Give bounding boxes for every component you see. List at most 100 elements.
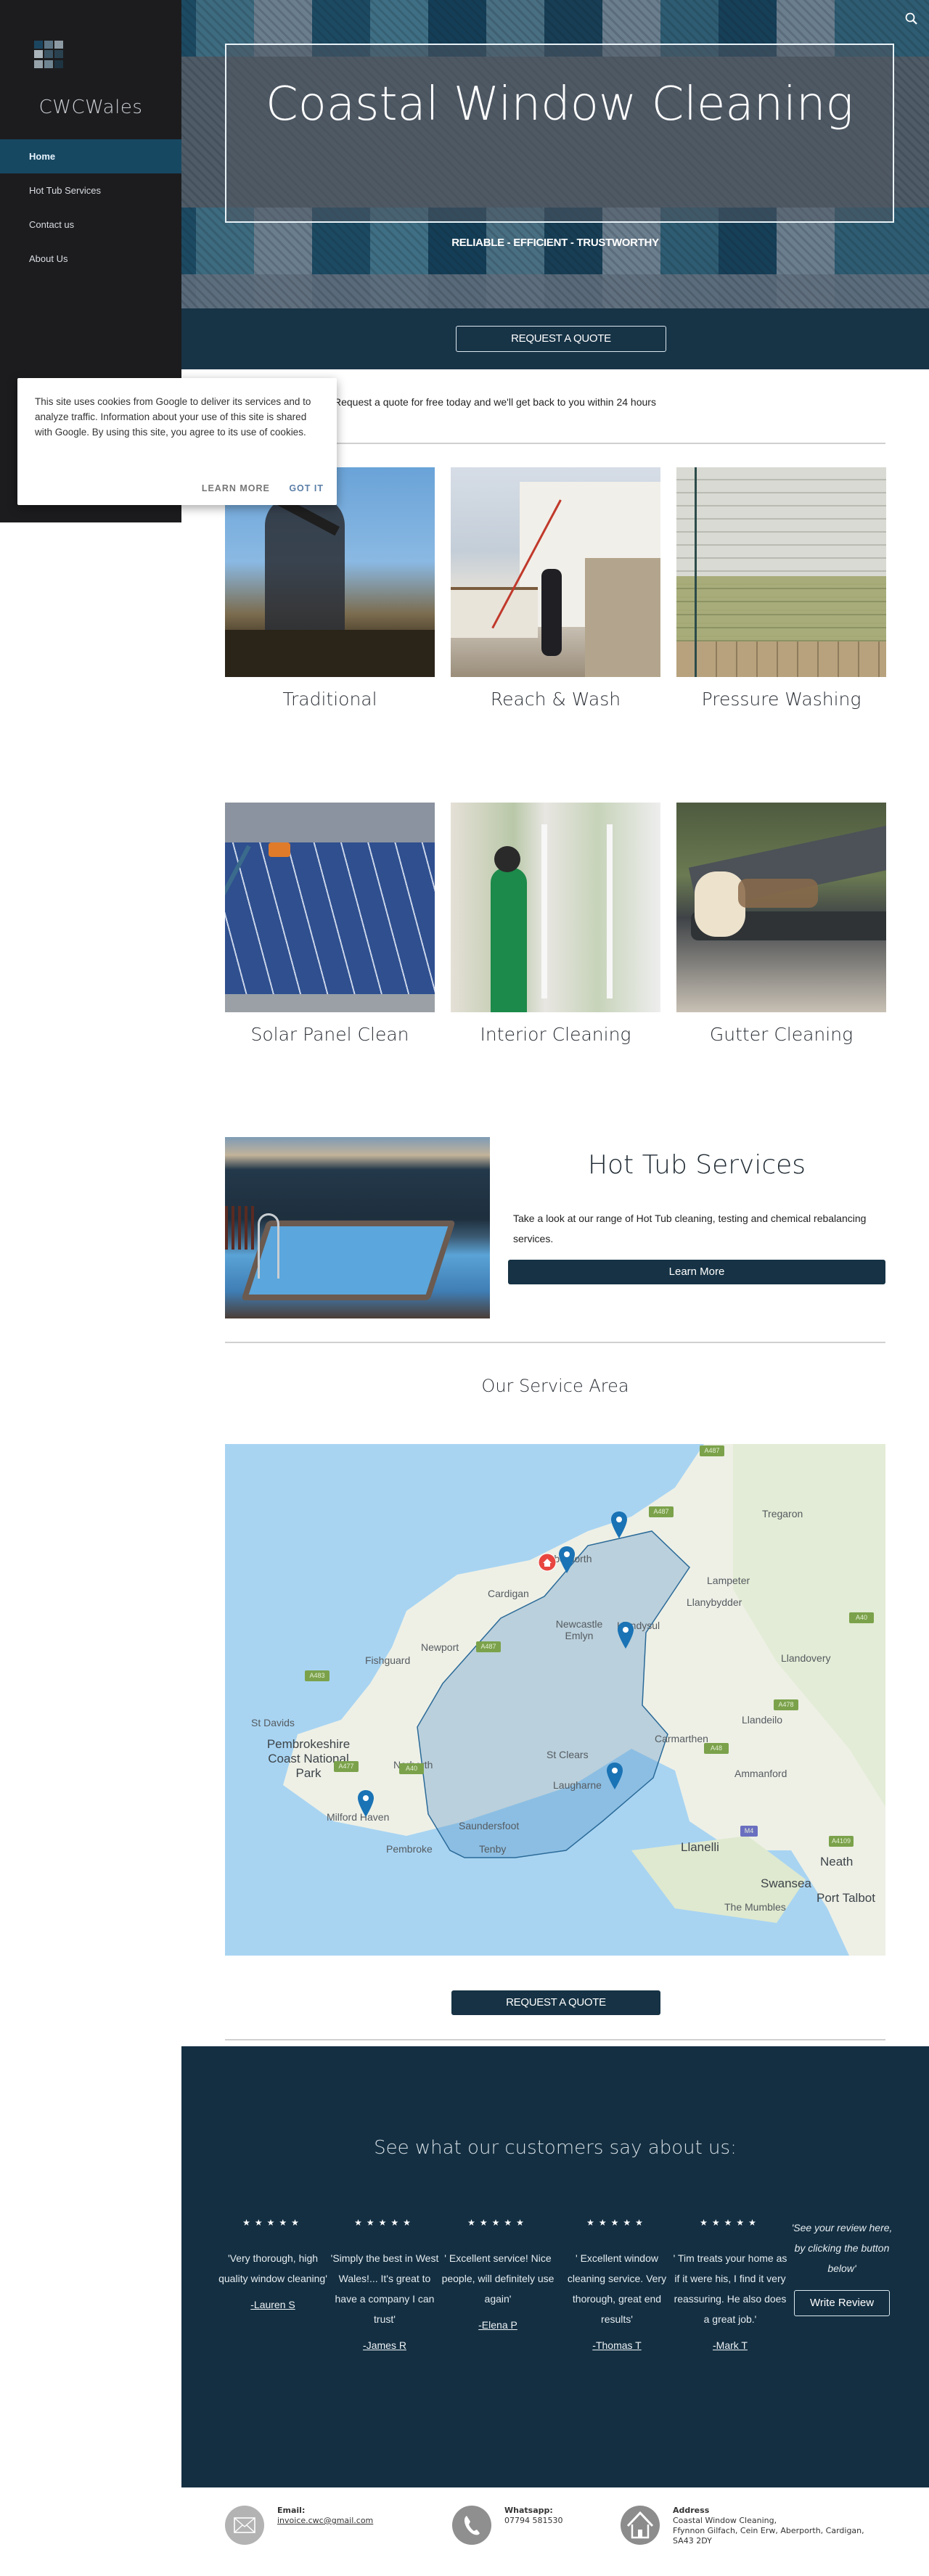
whatsapp-number[interactable]: 07794 581530 <box>504 2516 562 2526</box>
nav-item-home[interactable]: Home <box>0 139 181 173</box>
contact-address: Address Coastal Window Cleaning, Ffynnon… <box>621 2506 864 2546</box>
write-review-button[interactable]: Write Review <box>794 2290 890 2316</box>
road-badge: A4109 <box>829 1836 854 1847</box>
map-pin-icon[interactable] <box>610 1511 629 1540</box>
service-area-map[interactable]: Tregaron Aberporth Cardigan Lampeter Lla… <box>225 1444 885 1956</box>
gutter-cleaning-photo <box>676 803 886 1012</box>
review-quote: ' Tim treats your home as if it were his… <box>673 2252 787 2325</box>
service-card-reach-wash[interactable]: Reach & Wash <box>451 467 660 710</box>
map-label: Cardigan <box>488 1588 529 1599</box>
review-card: ★★★★★ ' Tim treats your home as if it we… <box>672 2218 788 2353</box>
contact-email: Email: invoice.cwc@gmail.com <box>225 2506 373 2545</box>
main-nav: Home Hot Tub Services Contact us About U… <box>0 139 181 276</box>
review-invite-text: 'See your review here, by clicking the b… <box>791 2222 893 2274</box>
review-card: ★★★★★ ' Excellent service! Nice people, … <box>440 2218 556 2332</box>
cookie-learn-more-button[interactable]: LEARN MORE <box>202 483 270 493</box>
star-rating-icon: ★★★★★ <box>354 2218 415 2228</box>
site-name[interactable]: CWCWales <box>0 97 181 118</box>
map-label: Saundersfoot <box>459 1820 520 1831</box>
request-quote-button-bottom[interactable]: REQUEST A QUOTE <box>451 1990 660 2015</box>
hot-tub-photo <box>225 1137 490 1318</box>
cookie-message: This site uses cookies from Google to de… <box>35 396 311 438</box>
service-card-gutter-cleaning[interactable]: Gutter Cleaning <box>676 803 886 1045</box>
review-quote: ' Excellent window cleaning service. Ver… <box>567 2252 667 2325</box>
review-card: ★★★★★ ' Excellent window cleaning servic… <box>559 2218 675 2353</box>
search-icon[interactable] <box>904 12 919 26</box>
hero-tagline: RELIABLE - EFFICIENT - TRUSTWORTHY <box>451 237 659 249</box>
cookie-consent-dialog: This site uses cookies from Google to de… <box>17 378 337 505</box>
road-badge: A487 <box>649 1506 674 1517</box>
map-pin-icon[interactable] <box>605 1762 624 1791</box>
service-card-interior-cleaning[interactable]: Interior Cleaning <box>451 803 660 1045</box>
map-label: Port Talbot <box>817 1891 875 1905</box>
map-pin-icon[interactable] <box>557 1546 576 1575</box>
road-badge: A40 <box>399 1763 424 1774</box>
service-area-title: Our Service Area <box>481 1376 629 1396</box>
address-line: SA43 2DY <box>673 2536 712 2546</box>
service-card-pressure-washing[interactable]: Pressure Washing <box>676 467 886 710</box>
map-label: Neath <box>820 1855 854 1869</box>
site-logo-icon[interactable] <box>34 41 63 68</box>
review-author-link[interactable]: -Lauren S <box>250 2299 295 2310</box>
map-label: Fishguard <box>365 1654 411 1666</box>
review-quote: 'Simply the best in West Wales!... It's … <box>330 2252 439 2325</box>
map-label: Carmarthen <box>655 1733 708 1744</box>
star-rating-icon: ★★★★★ <box>467 2218 528 2228</box>
divider <box>225 2039 885 2040</box>
map-label: Newcastle Emlyn <box>555 1618 603 1641</box>
review-author-link[interactable]: -Elena P <box>478 2319 517 2331</box>
service-label: Reach & Wash <box>490 689 621 710</box>
review-quote: ' Excellent service! Nice people, will d… <box>441 2252 554 2305</box>
request-quote-button[interactable]: REQUEST A QUOTE <box>456 326 666 352</box>
nav-item-hot-tub-services[interactable]: Hot Tub Services <box>0 173 181 208</box>
map-label: Llanybydder <box>687 1596 742 1608</box>
house-icon <box>621 2506 660 2545</box>
review-author-link[interactable]: -Thomas T <box>592 2339 641 2351</box>
map-pin-icon[interactable] <box>616 1621 635 1650</box>
map-label: St Clears <box>547 1749 589 1760</box>
map-label: Llandovery <box>781 1652 831 1664</box>
road-badge: A40 <box>849 1612 874 1623</box>
phone-icon <box>452 2506 491 2545</box>
hero-banner: Coastal Window Cleaning RELIABLE - EFFIC… <box>181 0 929 308</box>
reviews-title: See what our customers say about us: <box>374 2137 737 2159</box>
map-label: Tregaron <box>762 1508 803 1519</box>
map-pin-icon[interactable] <box>356 1789 375 1818</box>
road-badge: A477 <box>334 1761 359 1772</box>
map-label: Pembroke <box>386 1843 433 1855</box>
divider <box>225 1342 885 1343</box>
reviews-section: See what our customers say about us: ★★★… <box>181 2046 929 2487</box>
service-label: Interior Cleaning <box>480 1024 631 1045</box>
hot-tub-description: Take a look at our range of Hot Tub clea… <box>513 1213 867 1244</box>
interior-cleaning-photo <box>451 803 660 1012</box>
map-label: St Davids <box>251 1717 295 1728</box>
review-card: ★★★★★ 'Simply the best in West Wales!...… <box>327 2218 443 2353</box>
review-quote: 'Very thorough, high quality window clea… <box>218 2252 327 2284</box>
service-label: Gutter Cleaning <box>709 1024 854 1045</box>
road-badge: A487 <box>476 1641 501 1652</box>
quote-band: REQUEST A QUOTE <box>181 308 929 369</box>
email-link[interactable]: invoice.cwc@gmail.com <box>277 2516 373 2525</box>
service-card-solar-panel-clean[interactable]: Solar Panel Clean <box>225 803 435 1045</box>
nav-item-about-us[interactable]: About Us <box>0 242 181 276</box>
learn-more-button[interactable]: Learn More <box>508 1260 885 1284</box>
road-badge: A487 <box>700 1445 724 1456</box>
star-rating-icon: ★★★★★ <box>586 2218 647 2228</box>
map-label: Laugharne <box>553 1779 602 1791</box>
service-label: Solar Panel Clean <box>250 1024 409 1045</box>
road-badge: A483 <box>305 1670 330 1681</box>
nav-item-contact-us[interactable]: Contact us <box>0 208 181 242</box>
envelope-icon <box>225 2506 264 2545</box>
review-author-link[interactable]: -Mark T <box>713 2339 748 2351</box>
cookie-got-it-button[interactable]: GOT IT <box>289 483 324 493</box>
home-marker-icon[interactable] <box>538 1553 557 1582</box>
review-author-link[interactable]: -James R <box>363 2339 406 2351</box>
map-label: Pembrokeshire Coast National Park <box>266 1737 351 1780</box>
review-invite: 'See your review here, by clicking the b… <box>787 2218 896 2316</box>
map-label: Tenby <box>479 1843 507 1855</box>
map-label: The Mumbles <box>724 1901 786 1913</box>
email-heading: Email: <box>277 2506 306 2515</box>
map-label: Llandeilo <box>742 1714 783 1726</box>
hot-tub-title: Hot Tub Services <box>587 1150 806 1180</box>
hero-title-frame: Coastal Window Cleaning <box>225 44 894 223</box>
